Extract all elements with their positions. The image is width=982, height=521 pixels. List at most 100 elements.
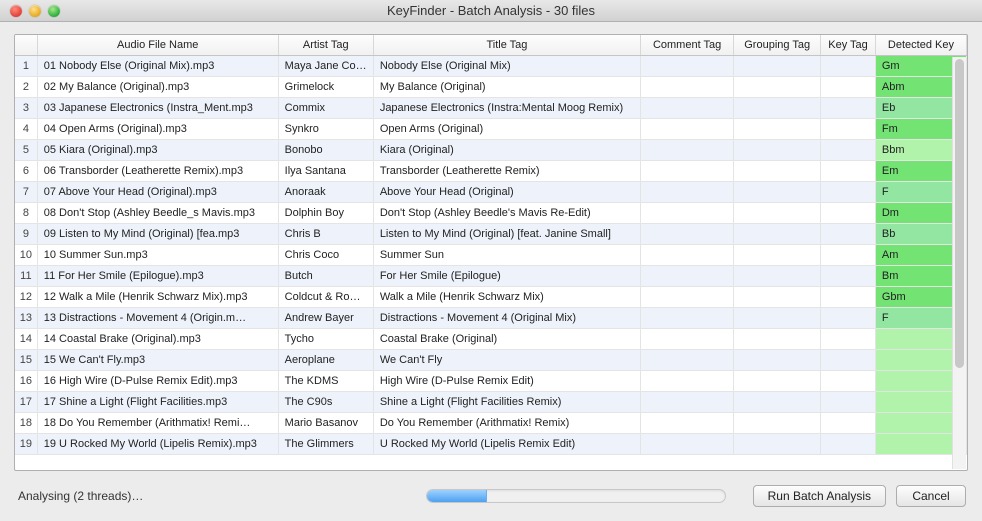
- table-row[interactable]: 808 Don't Stop (Ashley Beedle_s Mavis.mp…: [15, 202, 967, 223]
- cell-title: U Rocked My World (Lipelis Remix Edit): [373, 433, 640, 454]
- scrollbar-thumb-icon[interactable]: [955, 59, 964, 368]
- table-row[interactable]: 1919 U Rocked My World (Lipelis Remix).m…: [15, 433, 967, 454]
- cell-artist: Chris Coco: [278, 244, 373, 265]
- cell-artist: Coldcut & Ro…: [278, 286, 373, 307]
- col-index[interactable]: [15, 35, 37, 55]
- cell-keytag: [821, 223, 876, 244]
- progress-bar: [426, 489, 726, 503]
- titlebar: KeyFinder - Batch Analysis - 30 files: [0, 0, 982, 22]
- cell-filename: 15 We Can't Fly.mp3: [37, 349, 278, 370]
- table-row[interactable]: 202 My Balance (Original).mp3GrimelockMy…: [15, 76, 967, 97]
- cell-title: Listen to My Mind (Original) [feat. Jani…: [373, 223, 640, 244]
- table-row[interactable]: 1212 Walk a Mile (Henrik Schwarz Mix).mp…: [15, 286, 967, 307]
- zoom-icon[interactable]: [48, 5, 60, 17]
- cell-comment: [641, 391, 734, 412]
- results-table[interactable]: Audio File Name Artist Tag Title Tag Com…: [15, 35, 967, 455]
- cell-keytag: [821, 55, 876, 76]
- col-artist[interactable]: Artist Tag: [278, 35, 373, 55]
- cell-filename: 03 Japanese Electronics (Instra_Ment.mp3: [37, 97, 278, 118]
- cell-filename: 04 Open Arms (Original).mp3: [37, 118, 278, 139]
- cancel-button[interactable]: Cancel: [896, 485, 966, 507]
- cell-keytag: [821, 412, 876, 433]
- close-icon[interactable]: [10, 5, 22, 17]
- col-detected[interactable]: Detected Key: [875, 35, 966, 55]
- table-row[interactable]: 303 Japanese Electronics (Instra_Ment.mp…: [15, 97, 967, 118]
- cell-keytag: [821, 202, 876, 223]
- table-row[interactable]: 1616 High Wire (D-Pulse Remix Edit).mp3T…: [15, 370, 967, 391]
- cell-title: We Can't Fly: [373, 349, 640, 370]
- cell-grouping: [734, 412, 821, 433]
- results-table-wrap: Audio File Name Artist Tag Title Tag Com…: [14, 34, 968, 471]
- cell-filename: 11 For Her Smile (Epilogue).mp3: [37, 265, 278, 286]
- cell-title: Do You Remember (Arithmatix! Remix): [373, 412, 640, 433]
- run-batch-button[interactable]: Run Batch Analysis: [753, 485, 886, 507]
- cell-comment: [641, 286, 734, 307]
- table-row[interactable]: 1111 For Her Smile (Epilogue).mp3ButchFo…: [15, 265, 967, 286]
- cell-grouping: [734, 349, 821, 370]
- cell-comment: [641, 160, 734, 181]
- col-comment[interactable]: Comment Tag: [641, 35, 734, 55]
- cell-comment: [641, 244, 734, 265]
- cell-title: Walk a Mile (Henrik Schwarz Mix): [373, 286, 640, 307]
- cell-index: 6: [15, 160, 37, 181]
- cell-comment: [641, 265, 734, 286]
- col-filename[interactable]: Audio File Name: [37, 35, 278, 55]
- cell-index: 18: [15, 412, 37, 433]
- table-row[interactable]: 1313 Distractions - Movement 4 (Origin.m…: [15, 307, 967, 328]
- minimize-icon[interactable]: [29, 5, 41, 17]
- cell-artist: Synkro: [278, 118, 373, 139]
- cell-keytag: [821, 244, 876, 265]
- cell-title: Kiara (Original): [373, 139, 640, 160]
- cell-keytag: [821, 76, 876, 97]
- cell-artist: Tycho: [278, 328, 373, 349]
- table-row[interactable]: 505 Kiara (Original).mp3BonoboKiara (Ori…: [15, 139, 967, 160]
- cell-grouping: [734, 391, 821, 412]
- cell-artist: Ilya Santana: [278, 160, 373, 181]
- cell-artist: Grimelock: [278, 76, 373, 97]
- table-row[interactable]: 1717 Shine a Light (Flight Facilities.mp…: [15, 391, 967, 412]
- cell-grouping: [734, 244, 821, 265]
- cell-grouping: [734, 76, 821, 97]
- cell-title: Coastal Brake (Original): [373, 328, 640, 349]
- cell-filename: 09 Listen to My Mind (Original) [fea.mp3: [37, 223, 278, 244]
- cell-index: 13: [15, 307, 37, 328]
- cell-artist: Andrew Bayer: [278, 307, 373, 328]
- table-row[interactable]: 101 Nobody Else (Original Mix).mp3Maya J…: [15, 55, 967, 76]
- cell-keytag: [821, 391, 876, 412]
- table-row[interactable]: 1515 We Can't Fly.mp3AeroplaneWe Can't F…: [15, 349, 967, 370]
- table-row[interactable]: 1010 Summer Sun.mp3Chris CocoSummer SunA…: [15, 244, 967, 265]
- cell-filename: 07 Above Your Head (Original).mp3: [37, 181, 278, 202]
- table-row[interactable]: 404 Open Arms (Original).mp3SynkroOpen A…: [15, 118, 967, 139]
- cell-grouping: [734, 55, 821, 76]
- table-row[interactable]: 707 Above Your Head (Original).mp3Anoraa…: [15, 181, 967, 202]
- cell-index: 2: [15, 76, 37, 97]
- cell-index: 11: [15, 265, 37, 286]
- table-row[interactable]: 1414 Coastal Brake (Original).mp3TychoCo…: [15, 328, 967, 349]
- col-keytag[interactable]: Key Tag: [821, 35, 876, 55]
- vertical-scrollbar[interactable]: [952, 57, 966, 469]
- cell-keytag: [821, 328, 876, 349]
- cell-title: Japanese Electronics (Instra:Mental Moog…: [373, 97, 640, 118]
- table-row[interactable]: 606 Transborder (Leatherette Remix).mp3I…: [15, 160, 967, 181]
- cell-filename: 14 Coastal Brake (Original).mp3: [37, 328, 278, 349]
- content-area: Audio File Name Artist Tag Title Tag Com…: [0, 22, 982, 521]
- cell-comment: [641, 55, 734, 76]
- cell-title: Summer Sun: [373, 244, 640, 265]
- cell-index: 15: [15, 349, 37, 370]
- cell-filename: 12 Walk a Mile (Henrik Schwarz Mix).mp3: [37, 286, 278, 307]
- cell-keytag: [821, 370, 876, 391]
- cell-comment: [641, 370, 734, 391]
- cell-title: Transborder (Leatherette Remix): [373, 160, 640, 181]
- cell-grouping: [734, 328, 821, 349]
- col-grouping[interactable]: Grouping Tag: [734, 35, 821, 55]
- table-row[interactable]: 909 Listen to My Mind (Original) [fea.mp…: [15, 223, 967, 244]
- col-title[interactable]: Title Tag: [373, 35, 640, 55]
- cell-keytag: [821, 265, 876, 286]
- cell-grouping: [734, 118, 821, 139]
- cell-index: 14: [15, 328, 37, 349]
- cell-artist: Commix: [278, 97, 373, 118]
- cell-filename: 08 Don't Stop (Ashley Beedle_s Mavis.mp3: [37, 202, 278, 223]
- cell-title: Above Your Head (Original): [373, 181, 640, 202]
- cell-artist: The C90s: [278, 391, 373, 412]
- table-row[interactable]: 1818 Do You Remember (Arithmatix! Remi…M…: [15, 412, 967, 433]
